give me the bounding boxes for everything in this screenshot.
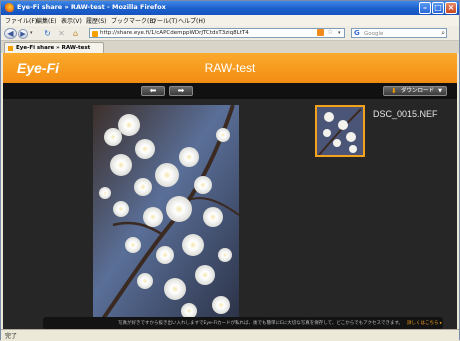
url-dropdown-icon[interactable]: ▾ [338, 30, 341, 36]
info-link[interactable]: 詳しくはこちら ▸ [407, 320, 442, 326]
status-text: 完了 [5, 333, 18, 340]
tab-label: Eye-Fi share » RAW-test [16, 44, 91, 51]
navigation-toolbar: ◀ ▶ ▾ ↻ ✕ ⌂ http://share.eye.fi/1/cAPCde… [1, 26, 459, 41]
photo-filename: DSC_0015.NEF [373, 109, 438, 119]
eyefi-header: Eye-Fi RAW-test [3, 53, 457, 83]
menu-tools[interactable]: ツール(T) [151, 16, 177, 25]
thumbnail-image [317, 107, 363, 155]
magnifier-icon[interactable]: ⌕ [441, 29, 445, 38]
info-text: 写真が好きですから抜き出い入れしますでEye-Fiカードが私れば、後でも簡単にE… [118, 321, 403, 326]
tab-eyefi-share[interactable]: Eye-Fi share » RAW-test [4, 42, 104, 53]
chevron-down-icon: ▼ [438, 88, 442, 94]
prev-arrow-icon[interactable]: ⬅ [141, 86, 165, 96]
site-favicon [92, 30, 98, 37]
download-button[interactable]: ⬇ ダウンロード ▼ [383, 86, 447, 96]
menu-bookmarks[interactable]: ブックマーク(B) [111, 16, 156, 25]
album-title: RAW-test [204, 61, 256, 75]
main-photo[interactable] [93, 105, 239, 319]
menu-file[interactable]: ファイル(F) [5, 16, 37, 25]
google-icon: G [354, 29, 360, 37]
rss-icon[interactable] [317, 29, 324, 36]
info-banner: 写真が好きですから抜き出い入れしますでEye-Fiカードが私れば、後でも簡単にE… [43, 317, 443, 329]
download-icon: ⬇ [391, 87, 397, 95]
tab-favicon [8, 45, 13, 51]
search-placeholder: Google [364, 30, 384, 37]
reload-icon[interactable]: ↻ [43, 29, 52, 38]
search-input[interactable]: G Google ⌕ [351, 28, 447, 38]
history-dropdown-icon[interactable]: ▾ [30, 30, 33, 36]
blossom-photo [93, 105, 239, 319]
menu-view[interactable]: 表示(V) [61, 16, 82, 25]
page-content: Eye-Fi RAW-test ⬅ ➡ ⬇ ダウンロード ▼ DSC_0015.… [3, 53, 457, 329]
back-arrow-icon[interactable]: ◀ [4, 28, 17, 39]
tab-strip: Eye-Fi share » RAW-test [1, 41, 459, 53]
menu-history[interactable]: 履歴(S) [86, 16, 107, 25]
bookmark-star-icon[interactable]: ☆ [327, 28, 333, 36]
url-bar[interactable]: http://share.eye.fi/1/cAPCdemppWDrJTCtds… [89, 28, 345, 38]
title-bar: Eye-Fi share » RAW-test - Mozilla Firefo… [1, 1, 459, 15]
menu-help[interactable]: ヘルプ(H) [178, 16, 205, 25]
firefox-icon [4, 3, 14, 13]
stop-icon[interactable]: ✕ [57, 29, 66, 38]
download-label: ダウンロード [401, 88, 435, 94]
next-arrow-icon[interactable]: ➡ [169, 86, 193, 96]
menu-edit[interactable]: 編集(E) [36, 16, 56, 25]
maximize-button[interactable]: □ [432, 2, 444, 14]
photo-nav-bar: ⬅ ➡ ⬇ ダウンロード ▼ [3, 83, 457, 99]
window-title: Eye-Fi share » RAW-test - Mozilla Firefo… [17, 3, 166, 11]
minimize-button[interactable]: – [419, 2, 431, 14]
browser-window: Eye-Fi share » RAW-test - Mozilla Firefo… [0, 0, 460, 341]
status-bar: 完了 [1, 329, 459, 341]
url-text[interactable]: http://share.eye.fi/1/cAPCdemppWDrJTCtds… [100, 30, 249, 36]
forward-arrow-icon[interactable]: ▶ [18, 28, 28, 39]
thumbnail-selected[interactable] [315, 105, 365, 157]
close-button[interactable]: × [445, 2, 457, 14]
home-icon[interactable]: ⌂ [71, 29, 80, 38]
menu-bar: ファイル(F) 編集(E) 表示(V) 履歴(S) ブックマーク(B) ツール(… [1, 15, 459, 26]
